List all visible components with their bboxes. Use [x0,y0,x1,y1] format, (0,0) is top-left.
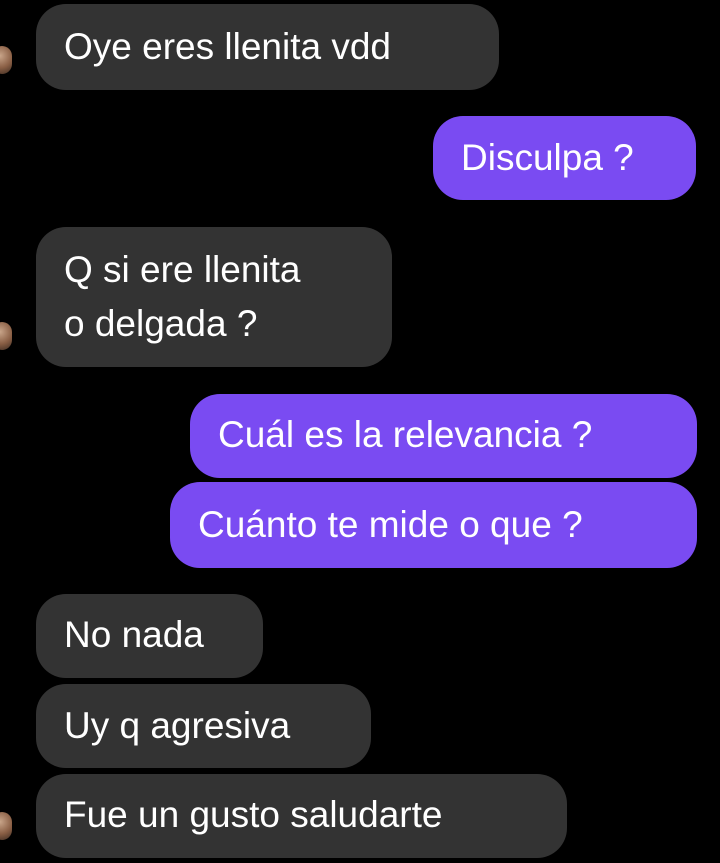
incoming-message[interactable]: Q si ere llenita o delgada ? [36,227,392,367]
sender-avatar[interactable] [0,812,12,840]
incoming-message[interactable]: Oye eres llenita vdd [36,4,499,90]
message-text: Fue un gusto saludarte [64,794,443,835]
outgoing-message[interactable]: Cuál es la relevancia ? [190,394,697,478]
incoming-message[interactable]: No nada [36,594,263,678]
sender-avatar[interactable] [0,46,12,74]
message-text: Oye eres llenita vdd [64,26,392,67]
outgoing-message[interactable]: Cuánto te mide o que ? [170,482,697,568]
sender-avatar[interactable] [0,322,12,350]
message-text: Uy q agresiva [64,705,291,746]
incoming-message[interactable]: Fue un gusto saludarte [36,774,567,858]
message-text: Cuál es la relevancia ? [218,414,593,455]
message-text: No nada [64,614,204,655]
message-text: Cuánto te mide o que ? [198,504,583,545]
incoming-message[interactable]: Uy q agresiva [36,684,371,768]
message-text-line: o delgada ? [64,303,258,344]
message-text-line: Q si ere llenita [64,249,301,290]
chat-thread: Oye eres llenita vdd Disculpa ? Q si ere… [0,0,720,863]
outgoing-message[interactable]: Disculpa ? [433,116,696,200]
message-text: Disculpa ? [461,137,634,178]
